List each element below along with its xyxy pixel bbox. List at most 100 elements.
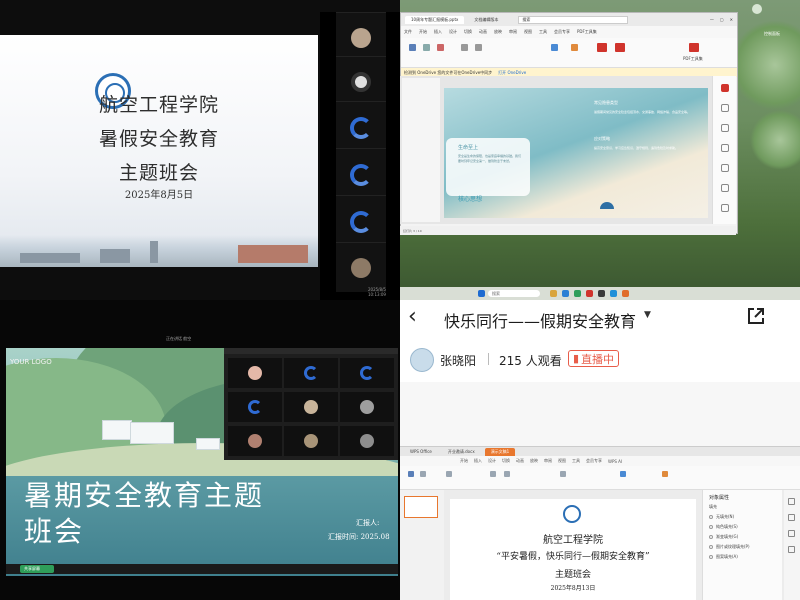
fill-option[interactable]: 图片或纹理填充(P) — [709, 544, 750, 550]
pdf-icon[interactable] — [689, 43, 699, 52]
menu-item[interactable]: 视图 — [524, 29, 532, 35]
animation-icon[interactable] — [788, 530, 795, 537]
participant-tile[interactable] — [336, 12, 386, 62]
new-slide-icon[interactable] — [437, 44, 444, 51]
picture-icon[interactable] — [662, 471, 668, 477]
picture-icon[interactable] — [571, 44, 578, 51]
participant-tile[interactable] — [336, 148, 386, 198]
app-icon[interactable] — [610, 290, 617, 297]
design-icon[interactable] — [721, 164, 729, 172]
menu-item[interactable]: 审阅 — [544, 458, 552, 464]
pdf-icon[interactable] — [597, 43, 607, 52]
menu-item[interactable]: 放映 — [530, 458, 538, 464]
app-icon[interactable] — [622, 290, 629, 297]
search-input[interactable]: 搜索 — [518, 15, 629, 24]
menu-item[interactable]: 开始 — [419, 29, 427, 35]
slide-canvas[interactable]: 生命至上 安全是生命的保障，也是家庭幸福的基础。我们要时刻牢记安全第一，做到防患… — [444, 88, 708, 218]
properties-icon[interactable] — [788, 498, 795, 505]
shape-icon[interactable] — [551, 44, 558, 51]
font-icon[interactable] — [475, 44, 482, 51]
menu-item[interactable]: 设计 — [449, 29, 457, 35]
wps-icon[interactable] — [586, 290, 593, 297]
participant-tile[interactable] — [336, 101, 386, 151]
shape-icon[interactable] — [620, 471, 626, 477]
participant-tile[interactable] — [228, 392, 282, 422]
participant-tile[interactable] — [284, 426, 338, 456]
wps-logo-icon[interactable] — [721, 84, 729, 92]
design-icon[interactable] — [788, 514, 795, 521]
minimize-icon[interactable]: — — [710, 17, 714, 22]
menu-item[interactable]: 视图 — [558, 458, 566, 464]
menu-item[interactable]: 工具 — [539, 29, 547, 35]
doc-tab[interactable]: 演示文稿1 — [484, 447, 516, 456]
onedrive-button[interactable]: 打开 OneDrive — [498, 70, 526, 76]
menu-item[interactable]: 插入 — [434, 29, 442, 35]
layout-icon[interactable] — [461, 44, 468, 51]
animation-icon[interactable] — [721, 144, 729, 152]
paste-icon[interactable] — [408, 471, 414, 477]
menu-item[interactable]: 放映 — [494, 29, 502, 35]
paste-icon[interactable] — [409, 44, 416, 51]
shape-tool-icon[interactable] — [721, 124, 729, 132]
menu-item[interactable]: 切换 — [464, 29, 472, 35]
fill-option[interactable]: 纯色填充(S) — [709, 524, 738, 530]
fill-option[interactable]: 图案填充(A) — [709, 554, 738, 560]
protect-icon[interactable] — [721, 104, 729, 112]
participant-tile[interactable] — [228, 358, 282, 388]
font-icon[interactable] — [490, 471, 496, 477]
menu-item[interactable]: 开始 — [460, 458, 468, 464]
participant-tile[interactable] — [336, 195, 386, 245]
slide-thumbnail[interactable] — [404, 496, 438, 518]
taskbar-search[interactable]: 搜索 — [488, 290, 540, 297]
menu-item[interactable]: 动画 — [479, 29, 487, 35]
fill-option[interactable]: 无填充(N) — [709, 514, 734, 520]
slide-canvas[interactable]: 航空工程学院 “平安暑假，快乐同行—假期安全教育” 主题班会 2025年8月13… — [450, 499, 696, 600]
edge-icon[interactable] — [562, 290, 569, 297]
menu-item[interactable]: WPS AI — [608, 459, 622, 464]
close-icon[interactable]: ✕ — [730, 17, 733, 22]
maximize-icon[interactable]: ▢ — [720, 17, 724, 22]
pdf-icon[interactable] — [615, 43, 625, 52]
shape-tool-icon[interactable] — [788, 546, 795, 553]
menu-item[interactable]: 审阅 — [509, 29, 517, 35]
participant-tile[interactable] — [284, 392, 338, 422]
participant-tile[interactable] — [228, 426, 282, 456]
folder-icon[interactable] — [550, 290, 557, 297]
wechat-icon[interactable] — [574, 290, 581, 297]
align-icon[interactable] — [560, 471, 566, 477]
menu-item[interactable]: 会员专享 — [586, 458, 602, 464]
menu-item[interactable]: 工具 — [572, 458, 580, 464]
participant-tile[interactable] — [340, 426, 394, 456]
doc-tab[interactable]: WPS Office — [404, 448, 438, 456]
doc-tab[interactable]: 开业邀请.docx — [442, 448, 481, 456]
participant-tile[interactable] — [340, 358, 394, 388]
menu-item[interactable]: 插入 — [474, 458, 482, 464]
participant-tile[interactable] — [340, 392, 394, 422]
participant-tile[interactable] — [284, 358, 338, 388]
doc-tab[interactable]: 10周年专题汇报模板.pptx — [405, 15, 465, 24]
avatar[interactable] — [410, 348, 434, 372]
participant-tile[interactable] — [336, 56, 386, 106]
app-icon[interactable] — [598, 290, 605, 297]
bold-icon[interactable] — [504, 471, 510, 477]
cut-icon[interactable] — [423, 44, 430, 51]
thumbnail-pane[interactable] — [402, 78, 440, 222]
new-slide-icon[interactable] — [446, 471, 452, 477]
start-icon[interactable] — [478, 290, 485, 297]
share-screen-button[interactable]: 共享屏幕 — [20, 565, 54, 573]
share-icon[interactable] — [746, 306, 766, 326]
back-icon[interactable]: ‹ — [408, 304, 417, 329]
participant-tile[interactable] — [336, 242, 386, 292]
screenshot-icon[interactable] — [721, 184, 729, 192]
menu-item[interactable]: PDF工具集 — [577, 29, 597, 35]
dropdown-caret-icon[interactable]: ▼ — [644, 310, 651, 320]
format-icon[interactable] — [420, 471, 426, 477]
menu-item[interactable]: 切换 — [502, 458, 510, 464]
translate-icon[interactable] — [721, 204, 729, 212]
doc-tab[interactable]: 文档编辑版本 — [468, 15, 505, 24]
menu-item[interactable]: 文件 — [404, 29, 412, 35]
fill-option[interactable]: 渐变填充(G) — [709, 534, 738, 540]
menu-item[interactable]: 动画 — [516, 458, 524, 464]
desktop-shortcut-icon[interactable] — [752, 4, 762, 14]
menu-item[interactable]: 会员专享 — [554, 29, 570, 35]
